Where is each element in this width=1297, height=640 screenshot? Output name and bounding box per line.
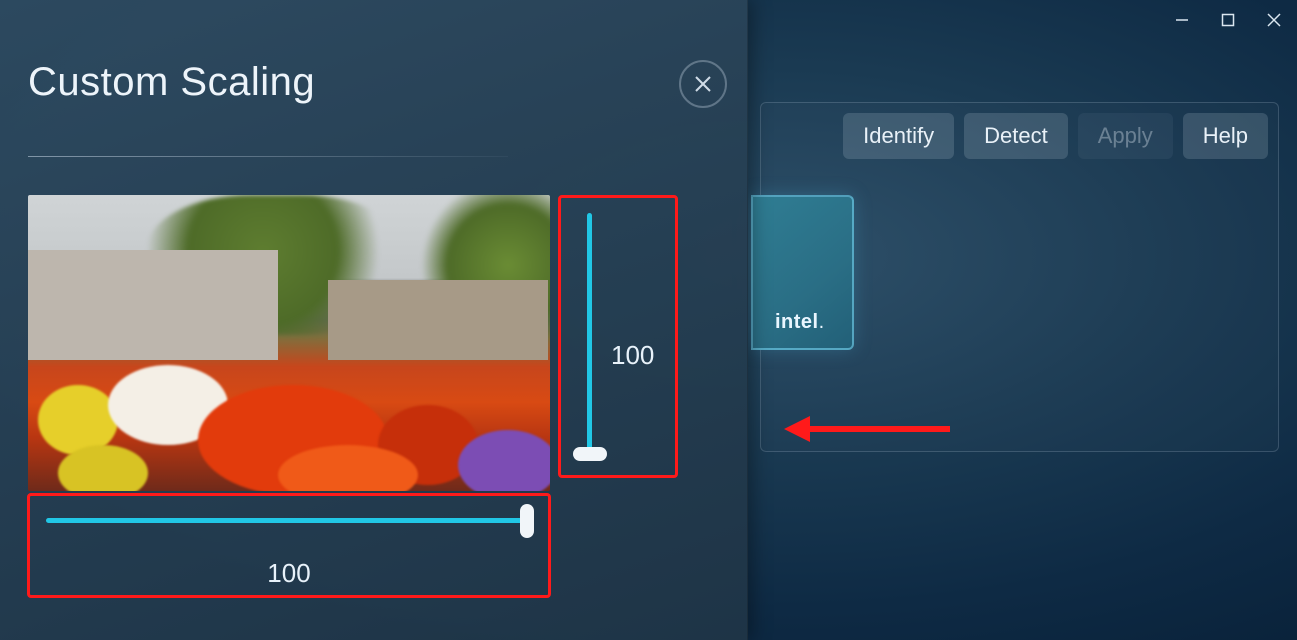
- maximize-icon: [1221, 13, 1235, 27]
- monitor-tile[interactable]: intel.: [751, 195, 854, 350]
- display-panel: Identify Detect Apply Help intel.: [760, 102, 1279, 452]
- modal-close-button[interactable]: [679, 60, 727, 108]
- close-window-button[interactable]: [1251, 0, 1297, 40]
- app-window: Identify Detect Apply Help intel. Custom…: [0, 0, 1297, 640]
- modal-separator: [28, 156, 508, 157]
- detect-button[interactable]: Detect: [964, 113, 1068, 159]
- display-toolbar: Identify Detect Apply Help: [843, 113, 1268, 159]
- identify-button[interactable]: Identify: [843, 113, 954, 159]
- horizontal-slider-thumb[interactable]: [520, 504, 534, 538]
- horizontal-scaling-slider-box: 100: [27, 493, 551, 598]
- vertical-scaling-value: 100: [611, 340, 654, 371]
- help-button[interactable]: Help: [1183, 113, 1268, 159]
- horizontal-slider-track[interactable]: [46, 518, 526, 523]
- custom-scaling-modal: Custom Scaling 100 100: [0, 0, 748, 640]
- maximize-button[interactable]: [1205, 0, 1251, 40]
- modal-title: Custom Scaling: [28, 60, 315, 105]
- intel-logo: intel.: [775, 311, 825, 334]
- minimize-button[interactable]: [1159, 0, 1205, 40]
- vertical-scaling-slider-box: 100: [558, 195, 678, 478]
- horizontal-scaling-value: 100: [30, 558, 548, 589]
- close-icon: [1267, 13, 1281, 27]
- window-controls: [1159, 0, 1297, 40]
- vertical-slider-track[interactable]: [587, 213, 592, 455]
- apply-button: Apply: [1078, 113, 1173, 159]
- minimize-icon: [1175, 13, 1189, 27]
- close-icon: [694, 75, 712, 93]
- vertical-slider-thumb[interactable]: [573, 447, 607, 461]
- scaling-preview-image: [28, 195, 550, 491]
